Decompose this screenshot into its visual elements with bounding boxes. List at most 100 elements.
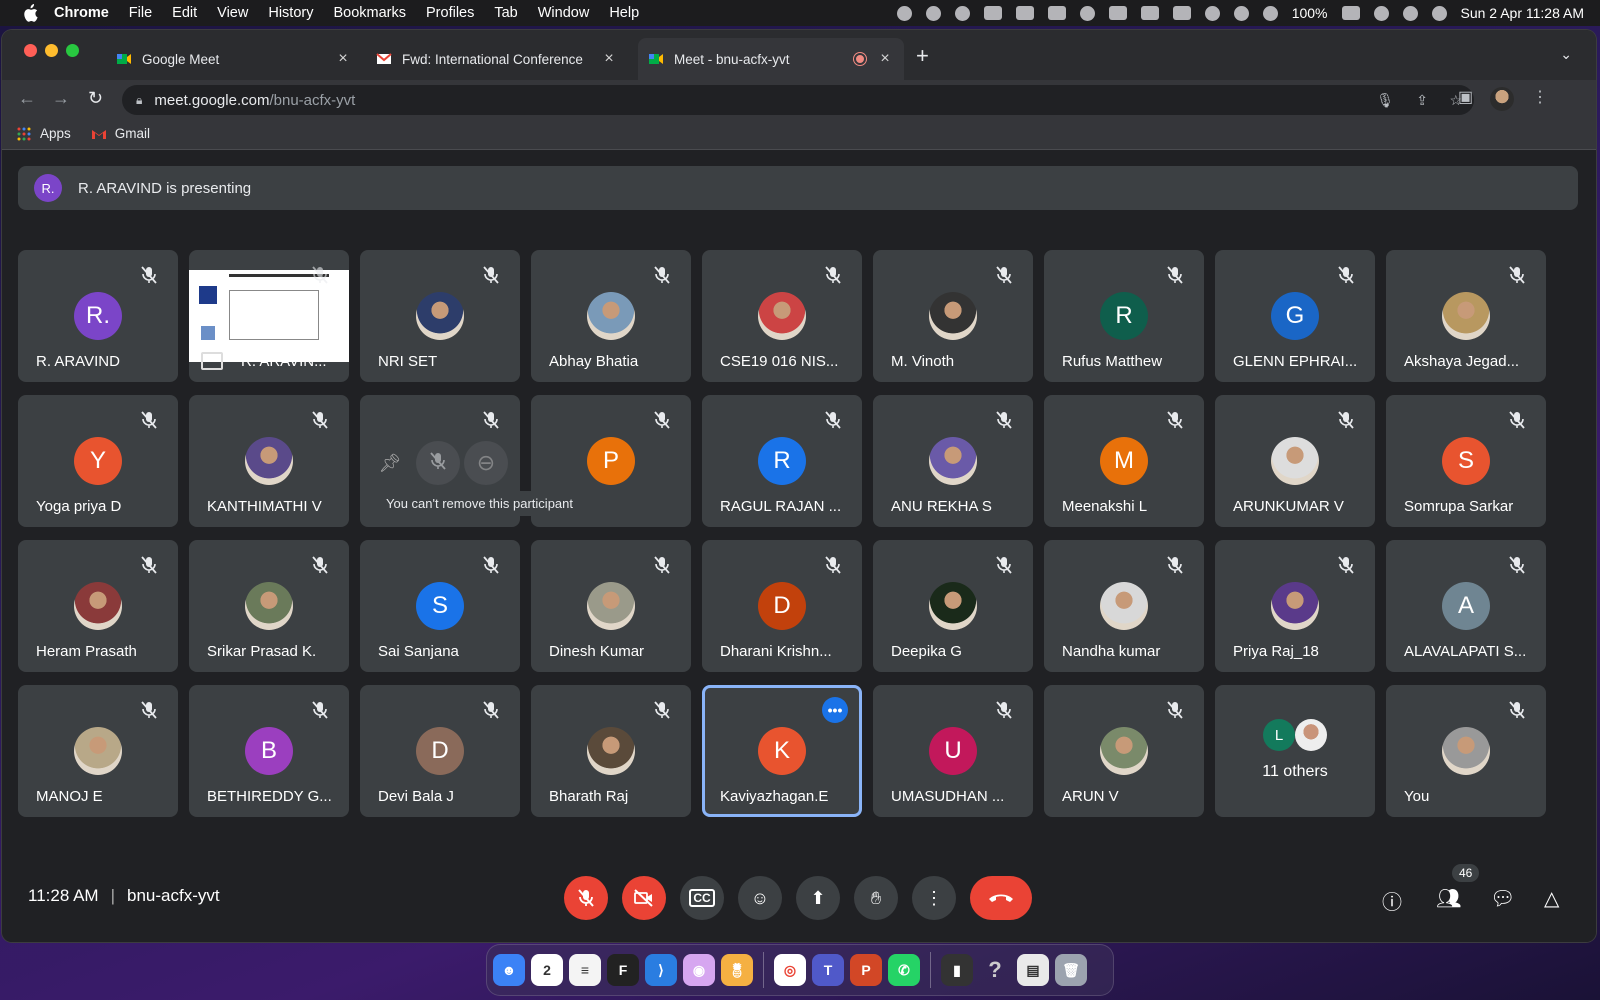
minimize-window-button[interactable] bbox=[45, 44, 58, 57]
vscode-icon[interactable]: ⟩ bbox=[645, 954, 677, 986]
participant-tile[interactable]: L 11 others bbox=[1215, 685, 1375, 817]
people-icon[interactable]: 👥︎ bbox=[1436, 886, 1461, 911]
captions-button[interactable]: CC bbox=[680, 876, 724, 920]
bluetooth-icon[interactable] bbox=[1204, 5, 1220, 21]
participant-tile[interactable]: ••• K Kaviyazhagan.E bbox=[702, 685, 862, 817]
clock[interactable]: Sun 2 Apr 11:28 AM bbox=[1461, 5, 1585, 21]
tab-meet-call[interactable]: Meet - bnu-acfx-yvt × bbox=[638, 38, 904, 80]
menu-tab[interactable]: Tab bbox=[494, 5, 517, 21]
close-window-button[interactable] bbox=[24, 44, 37, 57]
device-icon[interactable]: ▮ bbox=[941, 954, 973, 986]
menu-file[interactable]: File bbox=[129, 5, 152, 21]
microphone-icon[interactable]: 🎙︎ bbox=[1376, 92, 1394, 109]
more-options-icon[interactable]: ••• bbox=[822, 697, 848, 723]
stats-icon[interactable] bbox=[1172, 6, 1191, 20]
calendar-icon[interactable]: 2 bbox=[531, 954, 563, 986]
finder-icon[interactable]: ☻ bbox=[493, 954, 525, 986]
participant-tile[interactable]: Akshaya Jegad... bbox=[1386, 250, 1546, 382]
podcasts-icon[interactable]: ◉ bbox=[683, 954, 715, 986]
reactions-button[interactable]: ☺ bbox=[738, 876, 782, 920]
chevron-down-icon[interactable]: ⌄ bbox=[1560, 46, 1572, 63]
share-icon[interactable]: ⇪ bbox=[1416, 92, 1428, 109]
profile-avatar[interactable] bbox=[1490, 87, 1514, 111]
participant-tile[interactable]: You bbox=[1386, 685, 1546, 817]
participant-tile[interactable]: Priya Raj_18 bbox=[1215, 540, 1375, 672]
control-center-icon[interactable] bbox=[1402, 5, 1418, 21]
whatsapp-icon[interactable]: ✆ bbox=[888, 954, 920, 986]
reload-icon[interactable]: ↻ bbox=[88, 88, 103, 109]
apple-icon[interactable] bbox=[22, 4, 40, 22]
address-bar[interactable]: 🔒︎ meet.google.com/bnu-acfx-yvt 🎙︎ ⇪ ☆ bbox=[122, 85, 1474, 115]
camera-off-button[interactable] bbox=[622, 876, 666, 920]
participant-tile[interactable]: S Sai Sanjana bbox=[360, 540, 520, 672]
figma-icon[interactable]: F bbox=[607, 954, 639, 986]
download-icon[interactable] bbox=[1047, 6, 1066, 20]
participant-tile[interactable]: Deepika G bbox=[873, 540, 1033, 672]
help-icon[interactable]: ? bbox=[979, 954, 1011, 986]
participant-tile[interactable]: Y Yoga priya D bbox=[18, 395, 178, 527]
participant-tile[interactable]: ARUN V bbox=[1044, 685, 1204, 817]
participant-tile[interactable]: Nandha kumar bbox=[1044, 540, 1204, 672]
new-tab-button[interactable]: + bbox=[916, 45, 929, 67]
participant-tile[interactable]: U UMASUDHAN ... bbox=[873, 685, 1033, 817]
participant-tile[interactable]: R Rufus Matthew bbox=[1044, 250, 1204, 382]
participant-tile[interactable]: R. ARAVIN... bbox=[189, 250, 349, 382]
participant-tile[interactable]: D Dharani Krishn... bbox=[702, 540, 862, 672]
cloud-icon[interactable] bbox=[1079, 5, 1095, 21]
close-tab-icon[interactable]: × bbox=[876, 50, 894, 68]
participant-tile[interactable]: R RAGUL RAJAN ... bbox=[702, 395, 862, 527]
close-tab-icon[interactable]: × bbox=[334, 50, 352, 68]
bookmark-apps[interactable]: Apps bbox=[16, 126, 71, 142]
participant-tile[interactable]: Bharath Raj bbox=[531, 685, 691, 817]
forward-icon[interactable]: → bbox=[52, 88, 70, 109]
zoom-window-button[interactable] bbox=[66, 44, 79, 57]
mute-participant-button[interactable] bbox=[416, 441, 460, 485]
reminders-icon[interactable]: ≡ bbox=[569, 954, 601, 986]
pin-icon[interactable]: 📌︎ bbox=[368, 441, 412, 485]
pineapple-app-icon[interactable]: 🍍︎ bbox=[721, 954, 753, 986]
menu-help[interactable]: Help bbox=[609, 5, 639, 21]
window-icon[interactable] bbox=[1108, 6, 1127, 20]
menu-app-name[interactable]: Chrome bbox=[54, 5, 109, 21]
mic-off-button[interactable] bbox=[564, 876, 608, 920]
participant-tile[interactable]: CSE19 016 NIS... bbox=[702, 250, 862, 382]
menu-history[interactable]: History bbox=[268, 5, 313, 21]
menu-bookmarks[interactable]: Bookmarks bbox=[333, 5, 406, 21]
play-icon[interactable] bbox=[1373, 5, 1389, 21]
participant-tile[interactable]: ARUNKUMAR V bbox=[1215, 395, 1375, 527]
participant-tile[interactable]: MANOJ E bbox=[18, 685, 178, 817]
moon-icon[interactable] bbox=[1233, 5, 1249, 21]
back-icon[interactable]: ← bbox=[18, 88, 36, 109]
participant-tile[interactable]: NRI SET bbox=[360, 250, 520, 382]
tab-google-meet[interactable]: Google Meet × bbox=[106, 38, 362, 80]
battery-icon[interactable] bbox=[1341, 6, 1360, 20]
bookmark-gmail[interactable]: Gmail bbox=[91, 126, 150, 142]
more-options-button[interactable]: ⋮ bbox=[912, 876, 956, 920]
menu-window[interactable]: Window bbox=[538, 5, 590, 21]
activities-icon[interactable]: △ bbox=[1544, 886, 1559, 911]
participant-tile[interactable]: D Devi Bala J bbox=[360, 685, 520, 817]
leave-call-button[interactable] bbox=[970, 876, 1032, 920]
siri-icon[interactable] bbox=[1431, 5, 1447, 21]
lock-icon[interactable]: 🔒︎ bbox=[136, 93, 142, 108]
participant-tile[interactable]: S Somrupa Sarkar bbox=[1386, 395, 1546, 527]
tab-gmail[interactable]: Fwd: International Conference × bbox=[366, 38, 628, 80]
status-app-icon[interactable] bbox=[896, 5, 912, 21]
chat-icon[interactable]: 💬︎ bbox=[1490, 886, 1515, 911]
powerpoint-icon[interactable]: P bbox=[850, 954, 882, 986]
participant-tile[interactable]: R. R. ARAVIND bbox=[18, 250, 178, 382]
participant-tile[interactable]: Heram Prasath bbox=[18, 540, 178, 672]
raise-hand-button[interactable]: ✋︎ bbox=[854, 876, 898, 920]
participant-tile[interactable]: B BETHIREDDY G... bbox=[189, 685, 349, 817]
slack-icon[interactable] bbox=[954, 5, 970, 21]
menu-edit[interactable]: Edit bbox=[172, 5, 197, 21]
presenting-banner[interactable]: R. R. ARAVIND is presenting bbox=[18, 166, 1578, 210]
more-options-icon[interactable]: ⋮ bbox=[1532, 87, 1548, 107]
participant-tile[interactable]: KANTHIMATHI V bbox=[189, 395, 349, 527]
close-tab-icon[interactable]: × bbox=[600, 50, 618, 68]
wifi-icon[interactable] bbox=[1262, 5, 1278, 21]
meeting-code[interactable]: bnu-acfx-yvt bbox=[127, 886, 220, 905]
sidebar-icon[interactable]: ▣ bbox=[1458, 87, 1473, 107]
participant-tile[interactable]: 📌︎ ⊖ You can't remove this participant bbox=[360, 395, 598, 527]
chrome-icon[interactable]: ◎ bbox=[774, 954, 806, 986]
